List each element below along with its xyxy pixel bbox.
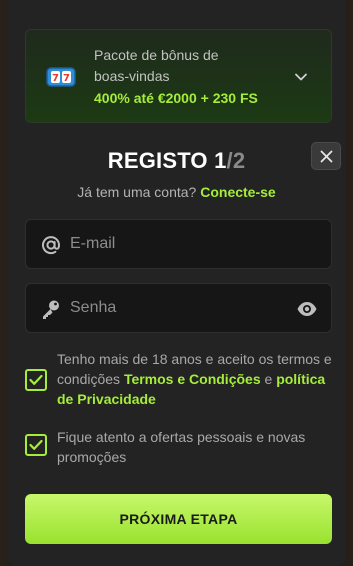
checkmark-icon: [29, 374, 43, 385]
terms-and: e: [264, 371, 273, 387]
checkmark-icon: [29, 439, 43, 450]
password-field[interactable]: Senha: [25, 283, 332, 333]
close-icon: [320, 150, 333, 163]
login-prompt-text: Já tem uma conta?: [77, 184, 197, 200]
email-field[interactable]: E-mail: [25, 219, 332, 269]
title-text: REGISTO: [107, 148, 208, 173]
bonus-offer: 400% até €2000 + 230 FS: [94, 90, 258, 106]
at-icon: [40, 234, 62, 256]
bonus-card[interactable]: 7 7 Pacote de bônus de boas-vindas 400% …: [25, 29, 332, 123]
key-icon: [40, 298, 62, 320]
close-button[interactable]: [311, 142, 341, 170]
slot-machine-icon: 7 7: [46, 66, 76, 88]
step-current: 1: [214, 148, 227, 173]
bonus-title-line2: boas-vindas: [94, 68, 170, 84]
svg-text:7: 7: [52, 73, 59, 84]
chevron-down-icon[interactable]: [294, 70, 308, 84]
eye-icon[interactable]: [296, 299, 318, 319]
terms-link[interactable]: Termos e Condições: [124, 371, 261, 387]
offers-checkbox[interactable]: [25, 434, 47, 456]
terms-checkbox[interactable]: [25, 369, 47, 391]
bonus-title-line1: Pacote de bônus de: [94, 47, 219, 63]
next-step-button[interactable]: PRÓXIMA ETAPA: [25, 494, 332, 544]
terms-text: Tenho mais de 18 anos e aceito os termos…: [57, 349, 337, 409]
page-title: REGISTO 1/2: [0, 148, 353, 174]
email-placeholder: E-mail: [70, 235, 116, 252]
step-total: 2: [232, 148, 246, 173]
password-placeholder: Senha: [70, 299, 117, 316]
terms-row: Tenho mais de 18 anos e aceito os termos…: [25, 348, 335, 410]
svg-text:7: 7: [63, 73, 70, 84]
login-link[interactable]: Conecte-se: [200, 184, 275, 200]
offers-text: Fique atento a ofertas pessoais e novas …: [57, 429, 306, 465]
login-prompt: Já tem uma conta? Conecte-se: [0, 184, 353, 200]
offers-row: Fique atento a ofertas pessoais e novas …: [25, 426, 335, 468]
